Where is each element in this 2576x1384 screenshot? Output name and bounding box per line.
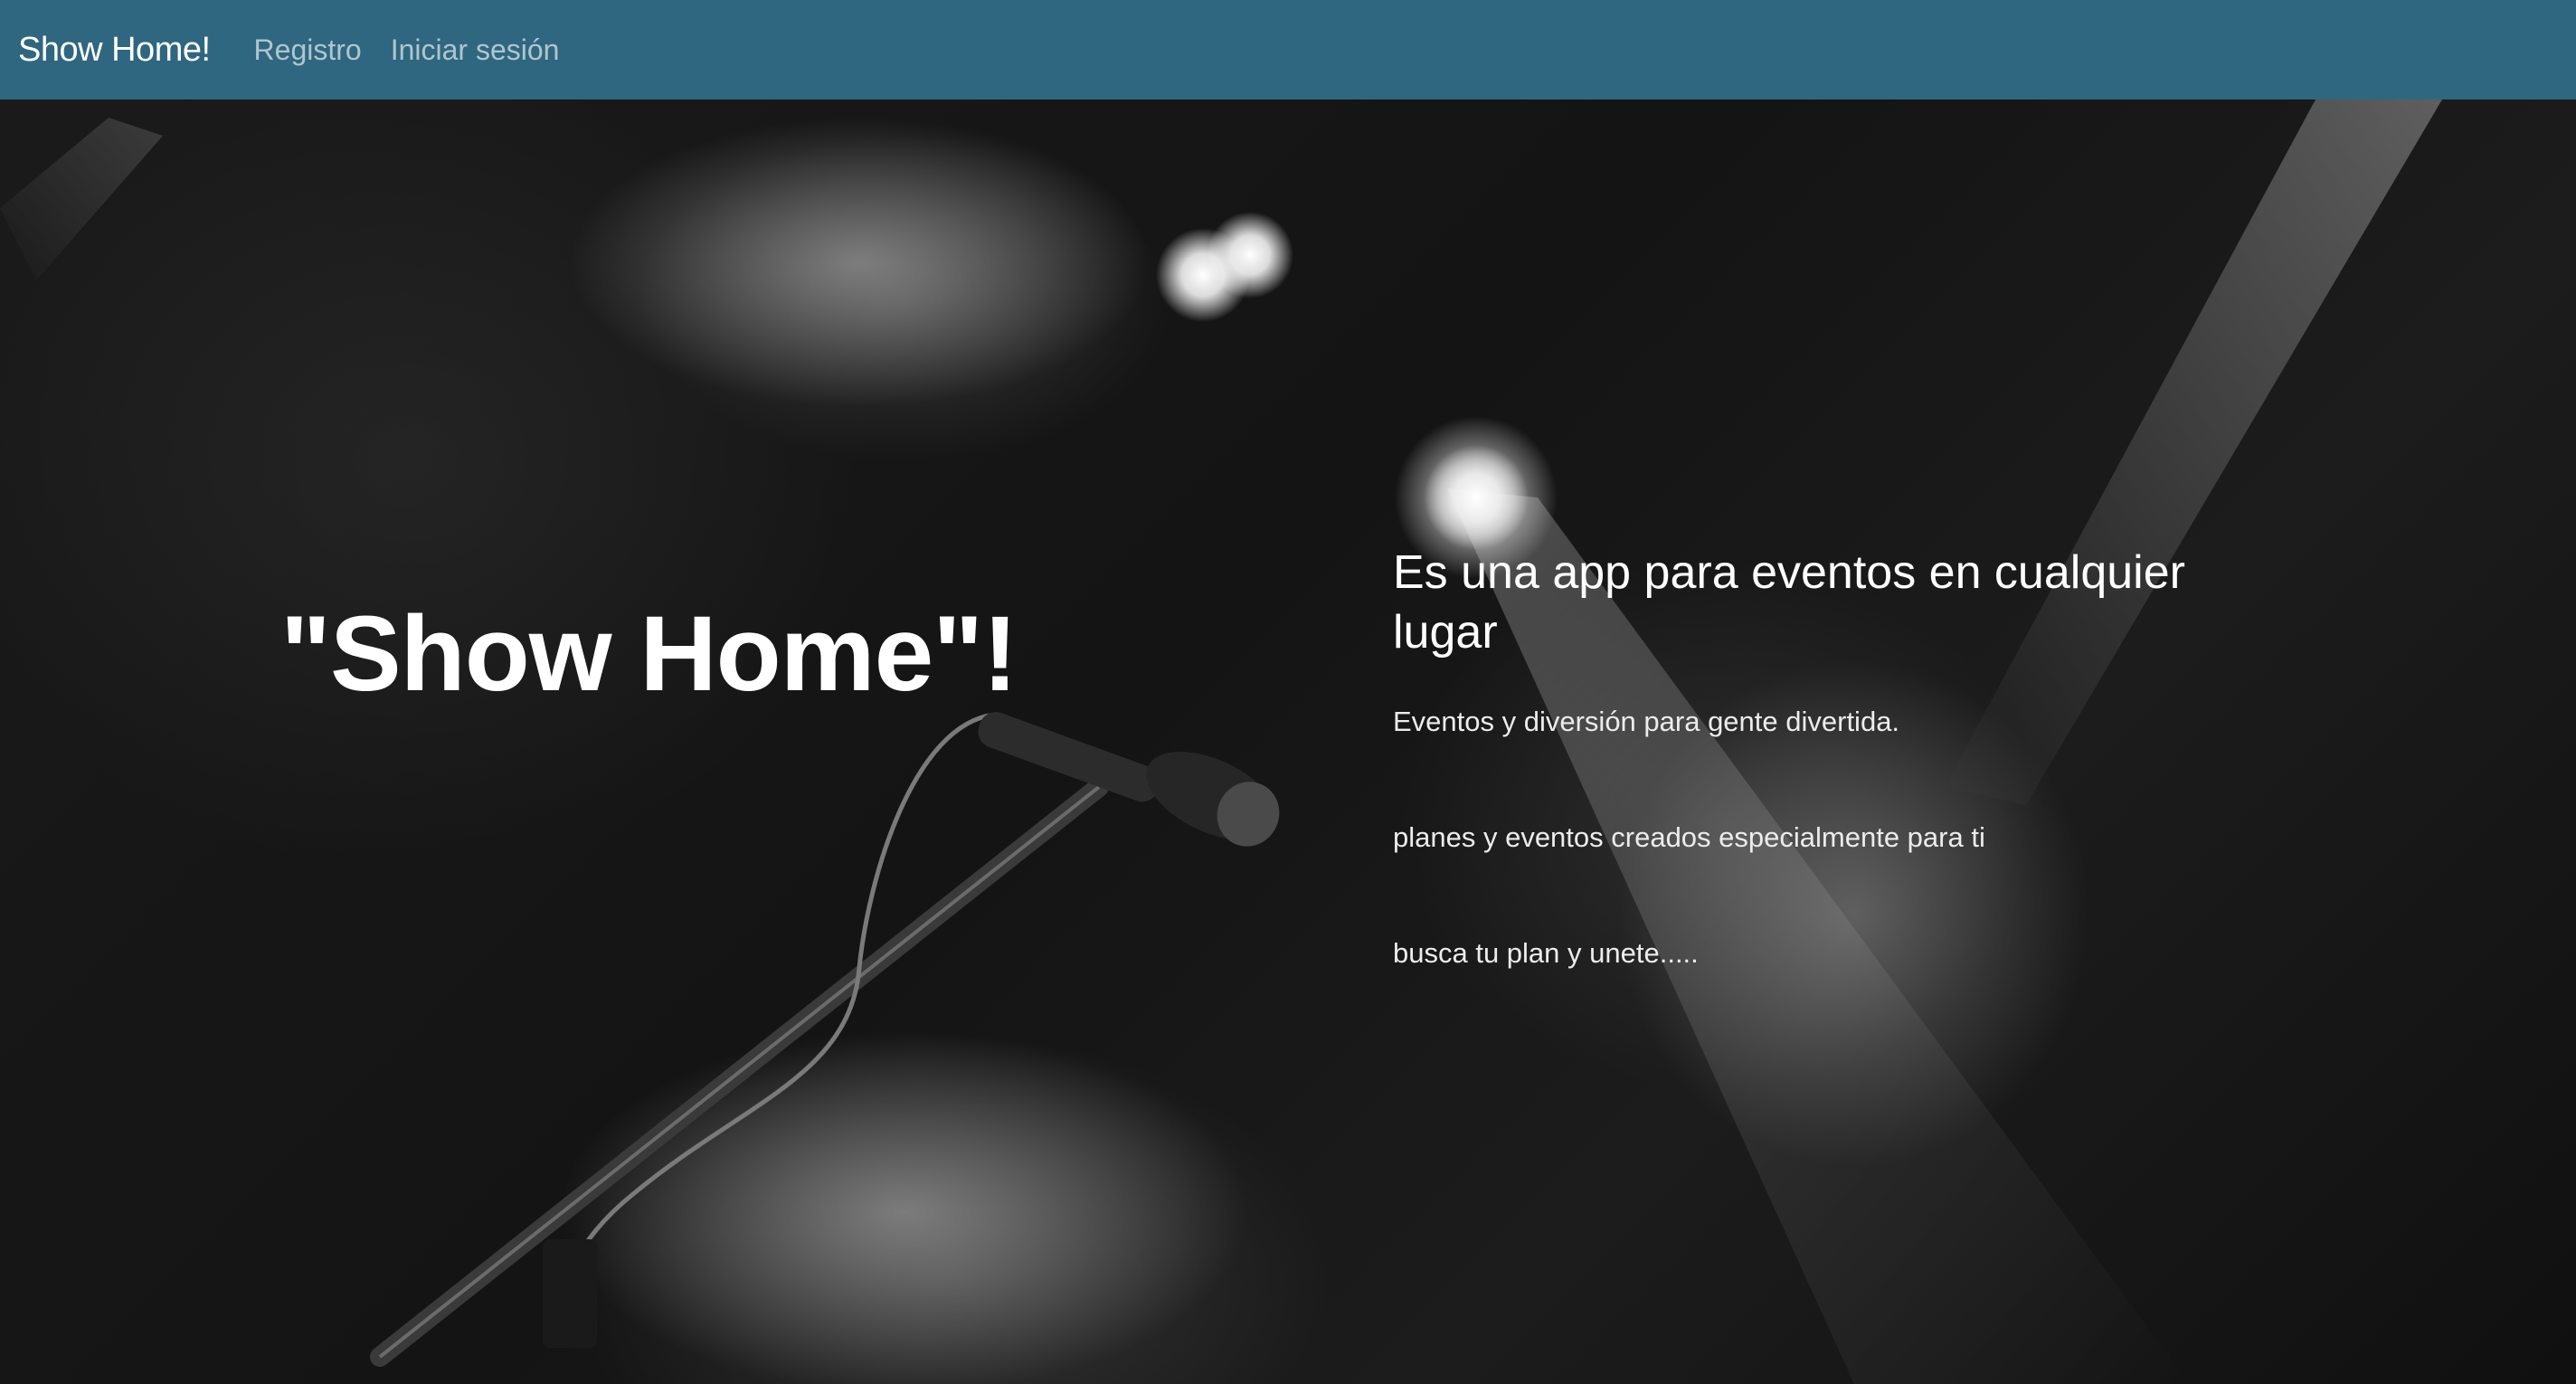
nav-link-iniciar-sesion[interactable]: Iniciar sesión: [391, 33, 560, 67]
hero-section: "Show Home"! Es una app para eventos en …: [0, 100, 2576, 1384]
hero-description: Es una app para eventos en cualquier lug…: [1393, 543, 2261, 1053]
hero-subtitle: Es una app para eventos en cualquier lug…: [1393, 546, 2185, 659]
hero-line: busca tu plan y unete.....: [1393, 937, 1699, 969]
hero-title: "Show Home"!: [280, 594, 1018, 714]
brand-link[interactable]: Show Home!: [18, 31, 211, 70]
hero-line: Eventos y diversión para gente divertida…: [1393, 706, 1900, 737]
nav-link-registro[interactable]: Registro: [254, 33, 362, 67]
hero-line: planes y eventos creados especialmente p…: [1393, 821, 1985, 853]
top-navbar: Show Home! Registro Iniciar sesión: [0, 0, 2576, 100]
